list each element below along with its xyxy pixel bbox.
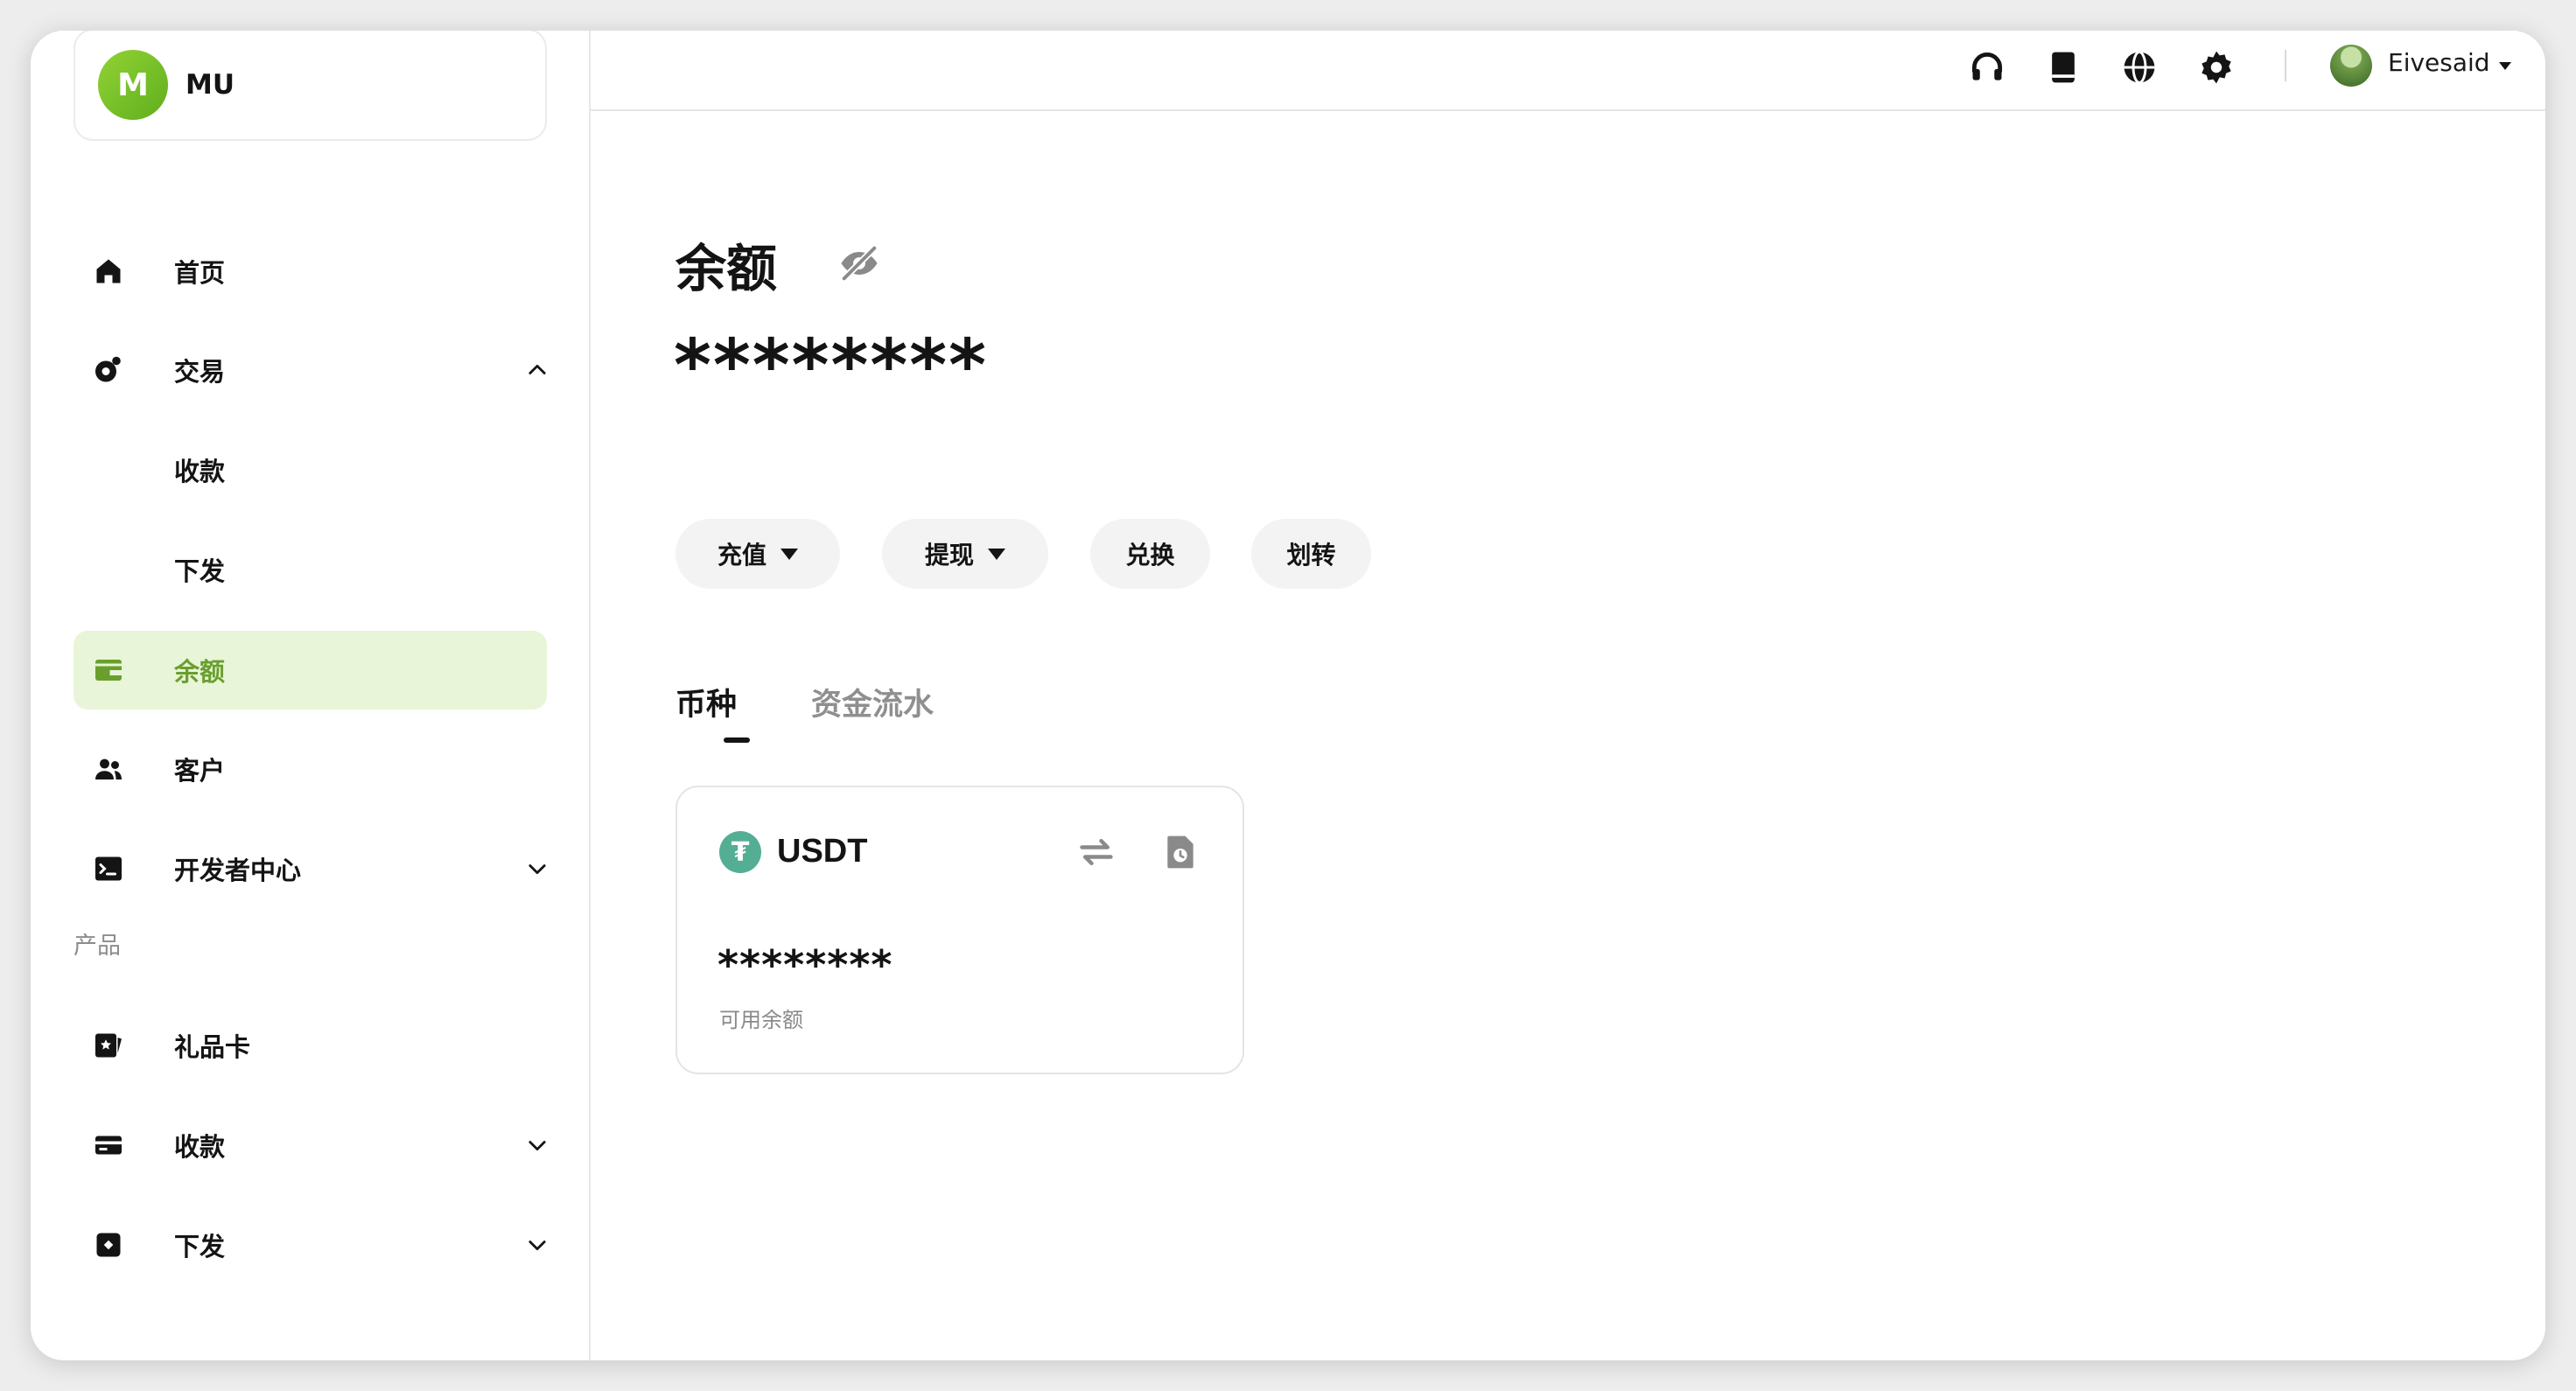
caret-down-icon [780, 548, 798, 560]
transfer-button[interactable]: 划转 [1251, 519, 1371, 589]
sidebar-subitem-payout[interactable]: 下发 [74, 530, 547, 609]
users-icon [95, 758, 122, 779]
sidebar-item-label: 交易 [174, 357, 226, 387]
coin-name: USDT [777, 833, 868, 870]
coin-card-usdt[interactable]: ₮ USDT ******** 可用余额 [676, 786, 1244, 1074]
home-icon [96, 259, 121, 283]
chevron-down-icon [528, 1241, 546, 1251]
avatar[interactable] [2330, 45, 2372, 87]
sidebar-item-label: 开发者中心 [174, 856, 302, 885]
headset-icon[interactable] [1968, 48, 2006, 87]
history-document-icon[interactable] [1161, 833, 1200, 871]
section-label-products: 产品 [74, 933, 121, 960]
convert-button[interactable]: 兑换 [1090, 519, 1210, 589]
withdraw-label: 提现 [924, 541, 974, 570]
eye-off-icon[interactable] [836, 241, 882, 286]
sidebar-item-balance[interactable]: 余额 [74, 631, 547, 709]
balance-amount: ******** [674, 325, 989, 408]
caret-down-icon [988, 548, 1005, 560]
coin-amount-caption: 可用余额 [719, 1008, 803, 1032]
tab-active-indicator [724, 737, 750, 743]
topbar-divider [2285, 50, 2286, 81]
sidebar-item-customers[interactable]: 客户 [74, 730, 547, 808]
sidebar-item-label: 余额 [174, 657, 226, 687]
sidebar-item-label: 收款 [174, 457, 226, 486]
globe-icon[interactable] [2120, 48, 2159, 87]
sidebar-item-collect-product[interactable]: 收款 [74, 1106, 547, 1185]
org-avatar: M [98, 50, 168, 120]
topbar: Eivesaid [591, 31, 2545, 111]
sidebar-item-label: 下发 [174, 556, 226, 586]
sidebar-item-home[interactable]: 首页 [74, 232, 547, 311]
user-name[interactable]: Eivesaid [2388, 48, 2490, 77]
page-title: 余额 [676, 239, 778, 298]
sidebar-item-label: 收款 [174, 1132, 226, 1162]
sidebar-item-developer[interactable]: 开发者中心 [74, 829, 547, 908]
wallet-icon [95, 660, 122, 681]
payout-icon [96, 1233, 121, 1257]
chevron-down-icon [528, 1141, 546, 1151]
caret-down-icon[interactable] [2496, 59, 2514, 72]
swap-icon[interactable] [1077, 833, 1116, 871]
transfer-label: 划转 [1286, 541, 1336, 570]
sidebar-item-label: 礼品卡 [174, 1032, 251, 1062]
gift-card-icon [95, 1033, 122, 1058]
exchange-icon [95, 356, 121, 382]
credit-card-icon [95, 1136, 122, 1155]
chevron-up-icon [528, 364, 546, 374]
org-name: MU [186, 69, 235, 101]
sidebar-item-label: 首页 [174, 258, 226, 288]
org-switcher[interactable]: M MU [74, 31, 547, 141]
usdt-logo-icon: ₮ [719, 831, 761, 873]
sidebar-subitem-collect[interactable]: 收款 [74, 430, 547, 509]
convert-label: 兑换 [1125, 541, 1175, 570]
sidebar-item-trade[interactable]: 交易 [74, 331, 547, 409]
sidebar: M MU 首页 交易 收款 下发 余额 客户 开发者中心 产品 礼品卡 收款 下… [31, 31, 591, 1360]
sidebar-item-label: 下发 [174, 1232, 226, 1262]
sidebar-item-payout-product[interactable]: 下发 [74, 1206, 547, 1284]
tab-transactions[interactable]: 资金流水 [811, 680, 934, 724]
sidebar-item-gift-card[interactable]: 礼品卡 [74, 1006, 547, 1085]
coin-amount: ******** [718, 941, 893, 989]
terminal-icon [95, 856, 122, 881]
tab-currency[interactable]: 币种 [676, 680, 737, 724]
app-window: M MU 首页 交易 收款 下发 余额 客户 开发者中心 产品 礼品卡 收款 下… [31, 31, 2545, 1360]
chevron-down-icon [528, 864, 546, 875]
sidebar-item-label: 客户 [174, 756, 226, 786]
main-content: 余额 ******** 充值 提现 兑换 划转 币种 资金流水 ₮ USDT *… [591, 111, 2545, 1360]
deposit-button[interactable]: 充值 [676, 519, 840, 589]
withdraw-button[interactable]: 提现 [882, 519, 1048, 589]
deposit-label: 充值 [717, 541, 766, 570]
book-icon[interactable] [2044, 48, 2082, 87]
gear-icon[interactable] [2197, 48, 2236, 87]
